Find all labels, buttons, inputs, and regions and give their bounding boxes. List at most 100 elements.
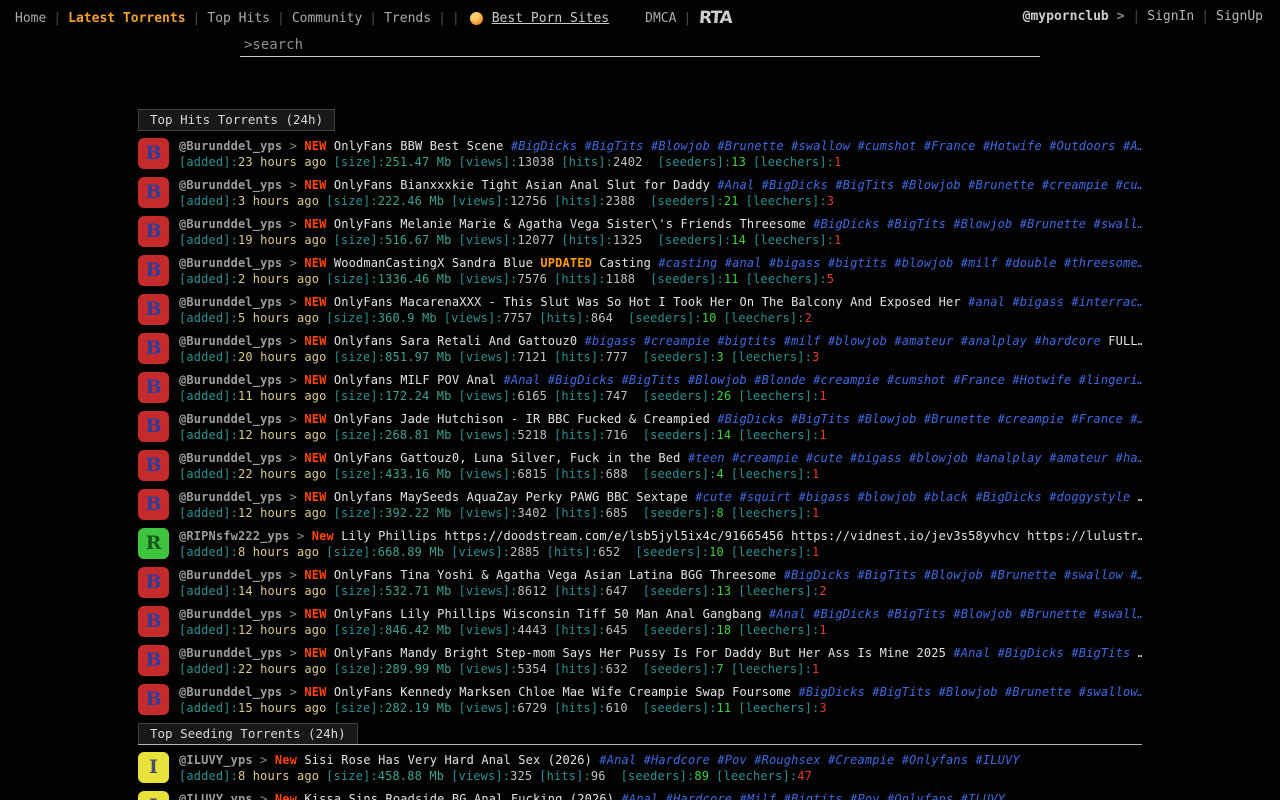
user-link[interactable]: @Burunddel_yps	[179, 568, 282, 582]
hashtag-link[interactable]: #anal	[968, 295, 1005, 309]
hashtag-link[interactable]: #creampie	[732, 451, 798, 465]
signup-link[interactable]: SignUp	[1209, 9, 1270, 24]
hashtag-link[interactable]: #…	[1130, 412, 1142, 426]
hashtag-link[interactable]: #Blowjob	[924, 568, 983, 582]
user-link[interactable]: @Burunddel_yps	[179, 217, 282, 231]
torrent-title-link[interactable]: Kissa Sins Roadside BG Anal Fucking (202…	[304, 792, 614, 800]
user-avatar[interactable]: B	[138, 606, 169, 637]
hashtag-link[interactable]: #squirt	[739, 490, 791, 504]
hashtag-link[interactable]: #analplay	[961, 334, 1027, 348]
user-link[interactable]: @Burunddel_yps	[179, 256, 282, 270]
user-link[interactable]: @Burunddel_yps	[179, 607, 282, 621]
torrent-title-link[interactable]: Lily Phillips https://doodstream.com/e/l…	[341, 529, 1142, 543]
user-avatar[interactable]: B	[138, 645, 169, 676]
hashtag-link[interactable]: #BigDicks	[511, 139, 577, 153]
hashtag-link[interactable]: #BigDicks	[784, 568, 850, 582]
hashtag-link[interactable]: #Brunette	[1020, 217, 1086, 231]
torrent-title-link[interactable]: Sisi Rose Has Very Hard Anal Sex (2026)	[304, 753, 592, 767]
torrent-title-link[interactable]: OnlyFans Melanie Marie & Agatha Vega Sis…	[334, 217, 806, 231]
torrent-title-link[interactable]: OnlyFans Mandy Bright Step-mom Says Her …	[334, 646, 946, 660]
user-avatar[interactable]: B	[138, 333, 169, 364]
hashtag-link[interactable]: #analplay	[975, 451, 1041, 465]
user-link[interactable]: @Burunddel_yps	[179, 334, 282, 348]
user-avatar[interactable]: B	[138, 372, 169, 403]
hashtag-link[interactable]: #cumshot	[887, 373, 946, 387]
hashtag-link[interactable]: #blowjob	[894, 256, 953, 270]
hashtag-link[interactable]: #Pov	[850, 792, 880, 800]
hashtag-link[interactable]: #BigTits	[1071, 646, 1130, 660]
user-link[interactable]: @Burunddel_yps	[179, 412, 282, 426]
hashtag-link[interactable]: #BigDicks	[548, 373, 614, 387]
user-link[interactable]: @Burunddel_yps	[179, 646, 282, 660]
torrent-title-link[interactable]: Onlyfans MILF POV Anal	[334, 373, 496, 387]
nav-best-porn-sites[interactable]: Best Porn Sites	[485, 11, 616, 26]
user-link[interactable]: @ILUVY_yps	[179, 792, 253, 800]
hashtag-link[interactable]: #milf	[784, 334, 821, 348]
user-avatar[interactable]: B	[138, 411, 169, 442]
hashtag-link[interactable]: #Brunette	[990, 568, 1056, 582]
hashtag-link[interactable]: #BigTits	[872, 685, 931, 699]
user-avatar[interactable]: B	[138, 450, 169, 481]
hashtag-link[interactable]: #hardcore	[1035, 334, 1101, 348]
hashtag-link[interactable]: #Brunette	[924, 412, 990, 426]
user-avatar[interactable]: I	[138, 791, 169, 800]
hashtag-link[interactable]: #interrac…	[1071, 295, 1142, 309]
hashtag-link[interactable]: #Blowjob	[651, 139, 710, 153]
hashtag-link[interactable]: #Brunette	[1005, 685, 1071, 699]
torrent-title-link[interactable]: OnlyFans Tina Yoshi & Agatha Vega Asian …	[334, 568, 776, 582]
user-link[interactable]: @Burunddel_yps	[179, 178, 282, 192]
hashtag-link[interactable]: #amateur	[1049, 451, 1108, 465]
hashtag-link[interactable]: #creampie	[644, 334, 710, 348]
nav-top-hits[interactable]: Top Hits	[200, 11, 277, 26]
hashtag-link[interactable]: #Anal	[621, 792, 658, 800]
hashtag-link[interactable]: #swallow…	[1079, 685, 1142, 699]
hashtag-link[interactable]: #BigTits	[887, 607, 946, 621]
signin-link[interactable]: SignIn	[1140, 9, 1201, 24]
user-avatar[interactable]: R	[138, 528, 169, 559]
hashtag-link[interactable]: #BigDicks	[813, 607, 879, 621]
hashtag-link[interactable]: #BigTits	[835, 178, 894, 192]
user-avatar[interactable]: B	[138, 177, 169, 208]
user-link[interactable]: @Burunddel_yps	[179, 373, 282, 387]
hashtag-link[interactable]: #blowjob	[909, 451, 968, 465]
search-input[interactable]	[240, 35, 1040, 56]
hashtag-link[interactable]: #swall…	[1093, 217, 1142, 231]
hashtag-link[interactable]: #swall…	[1093, 607, 1142, 621]
hashtag-link[interactable]: #BigTits	[622, 373, 681, 387]
hashtag-link[interactable]: #anal	[725, 256, 762, 270]
hashtag-link[interactable]: #creampie	[813, 373, 879, 387]
torrent-title-link[interactable]: OnlyFans MacarenaXXX - This Slut Was So …	[334, 295, 961, 309]
hashtag-link[interactable]: #Onlyfans	[887, 792, 953, 800]
hashtag-link[interactable]: #Hotwife	[983, 139, 1042, 153]
hashtag-link[interactable]: #ILUVY	[976, 753, 1020, 767]
hashtag-link[interactable]: #BigTits	[857, 568, 916, 582]
torrent-title-link[interactable]: WoodmanCastingX Sandra Blue	[334, 256, 533, 270]
torrent-title-link[interactable]: OnlyFans BBW Best Scene	[334, 139, 504, 153]
hashtag-link[interactable]: #Blowjob	[857, 412, 916, 426]
hashtag-link[interactable]: #Anal	[504, 373, 541, 387]
hashtag-link[interactable]: #Brunette	[968, 178, 1034, 192]
torrent-title-link[interactable]: OnlyFans Kennedy Marksen Chloe Mae Wife …	[334, 685, 791, 699]
nav-home[interactable]: Home	[8, 11, 53, 26]
hashtag-link[interactable]: #lingeri…	[1079, 373, 1142, 387]
hashtag-link[interactable]: #BigDicks	[798, 685, 864, 699]
hashtag-link[interactable]: #ha…	[1116, 451, 1142, 465]
hashtag-link[interactable]: #cu…	[1116, 178, 1142, 192]
hashtag-link[interactable]: #Blowjob	[939, 685, 998, 699]
nav-latest-torrents[interactable]: Latest Torrents	[61, 11, 192, 26]
user-link[interactable]: @Burunddel_yps	[179, 685, 282, 699]
hashtag-link[interactable]: #Outdoors	[1049, 139, 1115, 153]
hashtag-link[interactable]: #bigass	[798, 490, 850, 504]
user-avatar[interactable]: I	[138, 752, 169, 783]
user-avatar[interactable]: B	[138, 489, 169, 520]
nav-community[interactable]: Community	[285, 11, 369, 26]
hashtag-link[interactable]: #blowjob	[828, 334, 887, 348]
hashtag-link[interactable]: #casting	[658, 256, 717, 270]
torrent-title-link[interactable]: Casting	[599, 256, 651, 270]
hashtag-link[interactable]: #bigtits	[717, 334, 776, 348]
hashtag-link[interactable]: #Brunette	[717, 139, 783, 153]
torrent-title-link[interactable]: OnlyFans Gattouz0, Luna Silver, Fuck in …	[334, 451, 681, 465]
hashtag-link[interactable]: #Anal	[599, 753, 636, 767]
hashtag-link[interactable]: #BigDicks	[998, 646, 1064, 660]
hashtag-link[interactable]: #cute	[695, 490, 732, 504]
